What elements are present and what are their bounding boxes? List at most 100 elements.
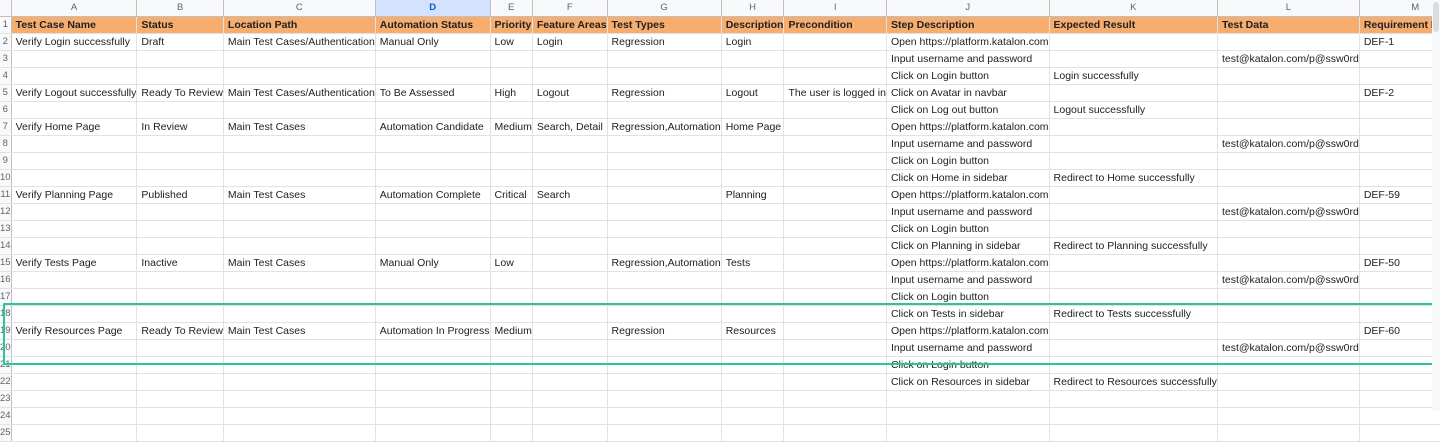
column-header-g[interactable]: G	[607, 0, 722, 17]
cell[interactable]	[136, 390, 224, 408]
row-number[interactable]: 15	[0, 254, 12, 272]
cell[interactable]	[607, 220, 722, 238]
cell[interactable]	[532, 373, 608, 391]
cell[interactable]	[375, 288, 491, 306]
cell[interactable]	[783, 424, 887, 442]
cell[interactable]	[607, 186, 722, 204]
cell[interactable]: Published	[136, 186, 224, 204]
cell[interactable]: Manual Only	[375, 254, 491, 272]
cell[interactable]: High	[490, 84, 533, 102]
cell[interactable]	[532, 169, 608, 187]
cell[interactable]: Click on Home in sidebar	[886, 169, 1050, 187]
cell[interactable]	[223, 203, 376, 221]
cell[interactable]	[375, 101, 491, 119]
cell[interactable]	[783, 169, 887, 187]
column-header-f[interactable]: F	[532, 0, 608, 17]
cell[interactable]	[375, 203, 491, 221]
cell[interactable]	[721, 220, 785, 238]
cell[interactable]: Main Test Cases/Authentication	[223, 33, 376, 51]
cell[interactable]: Login	[721, 33, 785, 51]
cell[interactable]: test@katalon.com/p@ssw0rd	[1217, 135, 1360, 153]
cell[interactable]: Input username and password	[886, 50, 1050, 68]
cell[interactable]	[607, 101, 722, 119]
cell[interactable]	[11, 135, 138, 153]
cell[interactable]	[721, 390, 785, 408]
cell[interactable]: Redirect to Resources successfully	[1049, 373, 1218, 391]
cell[interactable]: Click on Planning in sidebar	[886, 237, 1050, 255]
cell[interactable]	[783, 254, 887, 272]
cell[interactable]	[11, 67, 138, 85]
cell[interactable]: Low	[490, 254, 533, 272]
header-cell[interactable]: Feature Areas	[532, 16, 608, 34]
cell[interactable]: test@katalon.com/p@ssw0rd	[1217, 339, 1360, 357]
cell[interactable]	[1359, 373, 1440, 391]
cell[interactable]	[1049, 118, 1218, 136]
cell[interactable]	[1217, 237, 1360, 255]
cell[interactable]	[532, 356, 608, 374]
cell[interactable]	[1217, 390, 1360, 408]
cell[interactable]	[607, 237, 722, 255]
header-cell[interactable]: Test Case Name	[11, 16, 138, 34]
cell[interactable]: Regression	[607, 322, 722, 340]
cell[interactable]: Main Test Cases	[223, 186, 376, 204]
cell[interactable]	[375, 339, 491, 357]
header-cell[interactable]: Step Description	[886, 16, 1050, 34]
header-cell[interactable]: Requirement Linkage	[1359, 16, 1440, 34]
cell[interactable]	[136, 169, 224, 187]
cell[interactable]	[1359, 271, 1440, 289]
cell[interactable]	[490, 288, 533, 306]
cell[interactable]	[532, 237, 608, 255]
column-header-l[interactable]: L	[1217, 0, 1360, 17]
cell[interactable]	[1049, 152, 1218, 170]
cell[interactable]	[1049, 288, 1218, 306]
cell[interactable]: Redirect to Planning successfully	[1049, 237, 1218, 255]
cell[interactable]	[11, 288, 138, 306]
cell[interactable]	[721, 271, 785, 289]
cell[interactable]: Main Test Cases	[223, 322, 376, 340]
cell[interactable]	[783, 220, 887, 238]
cell[interactable]	[532, 322, 608, 340]
cell[interactable]	[1049, 390, 1218, 408]
cell[interactable]: Medium	[490, 118, 533, 136]
row-number[interactable]: 21	[0, 356, 12, 374]
cell[interactable]: Automation In Progress	[375, 322, 491, 340]
cell[interactable]	[1217, 101, 1360, 119]
cell[interactable]: DEF-59	[1359, 186, 1440, 204]
cell[interactable]: Draft	[136, 33, 224, 51]
cell[interactable]	[607, 203, 722, 221]
cell[interactable]	[1049, 322, 1218, 340]
cell[interactable]	[1217, 220, 1360, 238]
cell[interactable]	[223, 288, 376, 306]
cell[interactable]	[11, 271, 138, 289]
column-header-i[interactable]: I	[783, 0, 887, 17]
cell[interactable]: DEF-1	[1359, 33, 1440, 51]
cell[interactable]	[136, 271, 224, 289]
vertical-scrollbar[interactable]	[1432, 0, 1440, 411]
cell[interactable]	[223, 373, 376, 391]
cell[interactable]	[1359, 203, 1440, 221]
row-number[interactable]: 7	[0, 118, 12, 136]
cell[interactable]: Login successfully	[1049, 67, 1218, 85]
scrollbar-thumb[interactable]	[1433, 2, 1439, 32]
row-number[interactable]: 11	[0, 186, 12, 204]
row-number[interactable]: 2	[0, 33, 12, 51]
cell[interactable]: To Be Assessed	[375, 84, 491, 102]
cell[interactable]	[223, 220, 376, 238]
cell[interactable]: Click on Log out button	[886, 101, 1050, 119]
cell[interactable]	[783, 390, 887, 408]
cell[interactable]	[490, 271, 533, 289]
cell[interactable]	[1049, 254, 1218, 272]
column-header-b[interactable]: B	[136, 0, 224, 17]
cell[interactable]: Ready To Review	[136, 84, 224, 102]
cell[interactable]: Manual Only	[375, 33, 491, 51]
cell[interactable]: Click on Login button	[886, 220, 1050, 238]
cell[interactable]	[136, 135, 224, 153]
cell[interactable]	[375, 271, 491, 289]
cell[interactable]	[1217, 407, 1360, 425]
cell[interactable]	[532, 220, 608, 238]
cell[interactable]	[532, 339, 608, 357]
column-header-j[interactable]: J	[886, 0, 1050, 17]
cell[interactable]	[223, 169, 376, 187]
cell[interactable]	[607, 373, 722, 391]
cell[interactable]: Critical	[490, 186, 533, 204]
